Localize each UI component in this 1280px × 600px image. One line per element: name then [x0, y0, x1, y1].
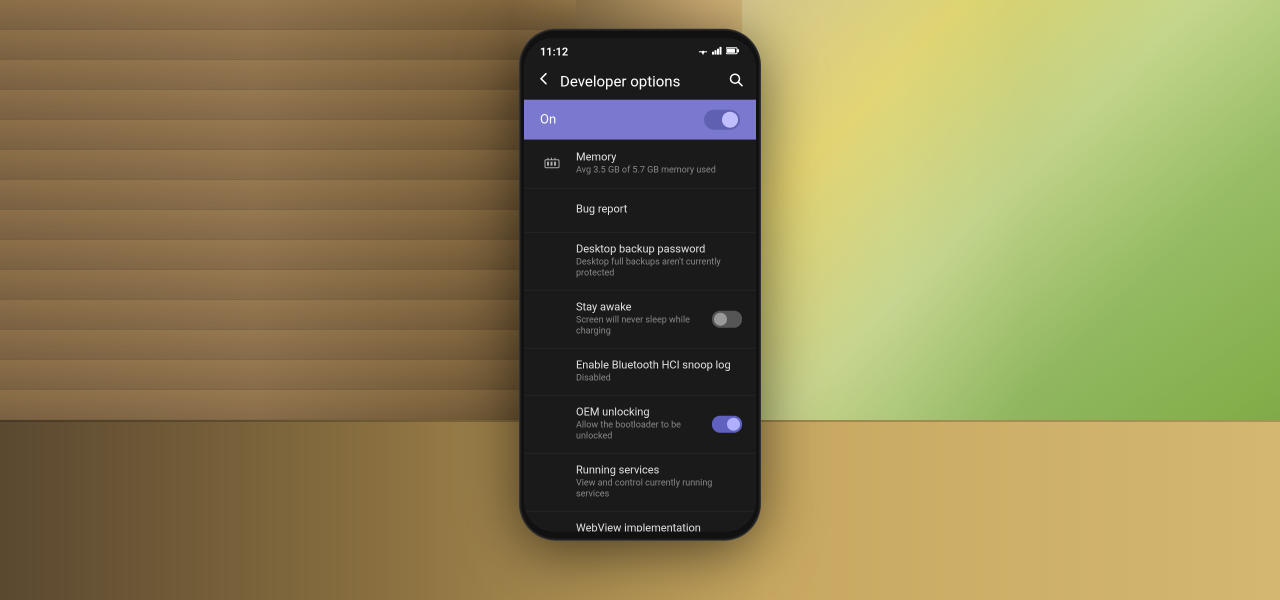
stay-awake-toggle-thumb — [714, 313, 727, 326]
search-button[interactable] — [728, 71, 744, 91]
status-bar: 11:12 — [524, 38, 756, 63]
settings-item-memory[interactable]: Memory Avg 3.5 GB of 5.7 GB memory used — [524, 140, 756, 189]
back-button[interactable] — [536, 71, 552, 92]
memory-icon — [538, 150, 566, 178]
settings-item-desktop-backup[interactable]: Desktop backup password Desktop full bac… — [524, 233, 756, 291]
bug-report-title: Bug report — [576, 203, 742, 217]
status-icons — [698, 47, 740, 58]
settings-item-oem-unlocking[interactable]: OEM unlocking Allow the bootloader to be… — [524, 396, 756, 454]
phone-screen: 11:12 — [524, 38, 756, 532]
oem-unlocking-toggle[interactable] — [712, 416, 742, 433]
running-services-title: Running services — [576, 463, 742, 477]
stay-awake-text: Stay awake Screen will never sleep while… — [538, 301, 704, 338]
memory-title: Memory — [576, 151, 742, 165]
settings-item-running-services[interactable]: Running services View and control curren… — [524, 453, 756, 511]
page-title: Developer options — [560, 72, 728, 90]
status-time: 11:12 — [540, 46, 568, 59]
bluetooth-hci-title: Enable Bluetooth HCI snoop log — [576, 358, 742, 372]
stay-awake-title: Stay awake — [576, 301, 704, 315]
stay-awake-toggle-area[interactable] — [712, 311, 742, 328]
oem-unlocking-text: OEM unlocking Allow the bootloader to be… — [538, 406, 704, 443]
phone-wrapper: 11:12 — [520, 30, 760, 540]
desktop-backup-text: Desktop backup password Desktop full bac… — [538, 243, 742, 280]
webview-text: WebView implementation Android System We… — [538, 521, 742, 531]
running-services-subtitle: View and control currently running servi… — [576, 479, 742, 501]
toggle-thumb — [722, 112, 738, 128]
settings-list: Memory Avg 3.5 GB of 5.7 GB memory used … — [524, 140, 756, 532]
webview-title: WebView implementation — [576, 521, 742, 531]
settings-item-bluetooth-hci[interactable]: Enable Bluetooth HCI snoop log Disabled — [524, 348, 756, 395]
settings-item-bug-report[interactable]: Bug report — [524, 189, 756, 233]
wifi-icon — [698, 47, 708, 58]
oem-unlocking-toggle-thumb — [727, 418, 740, 431]
phone-device: 11:12 — [520, 30, 760, 540]
desktop-backup-subtitle: Desktop full backups aren't currently pr… — [576, 258, 742, 280]
header-bar: Developer options — [524, 63, 756, 100]
memory-subtitle: Avg 3.5 GB of 5.7 GB memory used — [576, 166, 742, 177]
bluetooth-hci-text: Enable Bluetooth HCI snoop log Disabled — [538, 358, 742, 384]
stay-awake-toggle[interactable] — [712, 311, 742, 328]
signal-icon — [712, 47, 722, 58]
settings-item-webview[interactable]: WebView implementation Android System We… — [524, 511, 756, 531]
on-off-row[interactable]: On — [524, 100, 756, 140]
on-label: On — [540, 112, 556, 127]
bluetooth-hci-subtitle: Disabled — [576, 374, 742, 385]
stay-awake-subtitle: Screen will never sleep while charging — [576, 316, 704, 338]
battery-icon — [726, 47, 740, 58]
running-services-text: Running services View and control curren… — [538, 463, 742, 500]
settings-item-stay-awake[interactable]: Stay awake Screen will never sleep while… — [524, 291, 756, 349]
memory-text: Memory Avg 3.5 GB of 5.7 GB memory used — [576, 151, 742, 177]
bug-report-text: Bug report — [538, 203, 742, 217]
oem-unlocking-toggle-area[interactable] — [712, 416, 742, 433]
oem-unlocking-title: OEM unlocking — [576, 406, 704, 420]
desktop-backup-title: Desktop backup password — [576, 243, 742, 257]
oem-unlocking-subtitle: Allow the bootloader to be unlocked — [576, 421, 704, 443]
main-toggle[interactable] — [704, 110, 740, 130]
